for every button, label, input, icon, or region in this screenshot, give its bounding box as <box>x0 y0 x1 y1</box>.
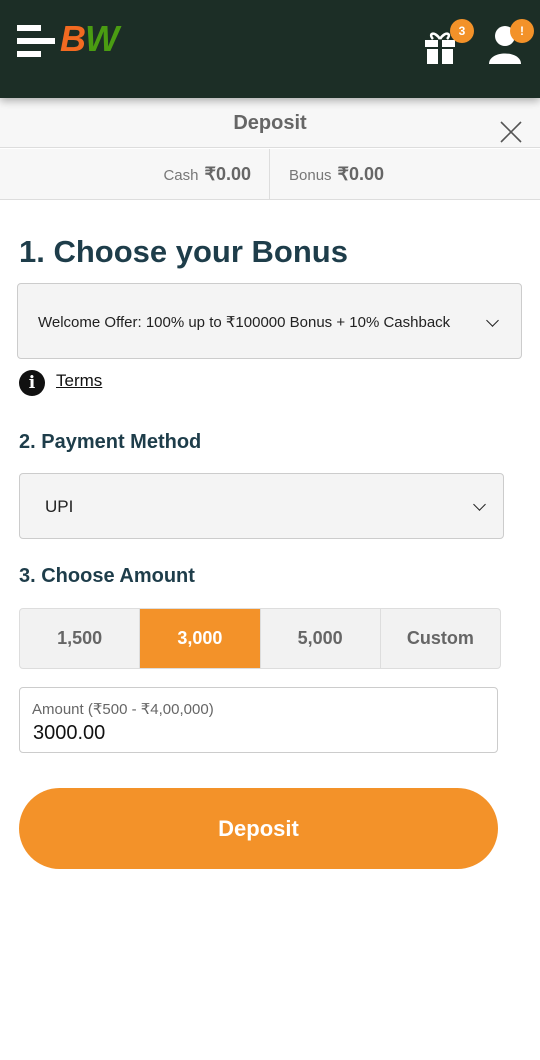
payment-heading: 2. Payment Method <box>19 431 202 453</box>
bonus-select[interactable]: Welcome Offer: 100% up to ₹100000 Bonus … <box>17 283 522 359</box>
amount-value[interactable]: 3000.00 <box>33 722 105 745</box>
divider <box>269 149 270 200</box>
bonus-selected: Welcome Offer: 100% up to ₹100000 Bonus … <box>38 314 451 331</box>
amount-options: 1,500 3,000 5,000 Custom <box>19 608 501 669</box>
top-header: BW 3 ! <box>0 0 540 98</box>
amount-option-3000[interactable]: 3,000 <box>140 609 261 668</box>
payment-selected: UPI <box>45 497 74 516</box>
balance-bar: Cash ₹0.00 Bonus ₹0.00 <box>0 149 540 200</box>
amount-option-5000[interactable]: 5,000 <box>261 609 381 668</box>
amount-option-custom[interactable]: Custom <box>381 609 500 668</box>
user-badge: ! <box>510 19 534 43</box>
bonus-balance: Bonus ₹0.00 <box>289 149 384 200</box>
close-icon[interactable] <box>500 112 522 143</box>
amount-input[interactable]: Amount (₹500 - ₹4,00,000) 3000.00 <box>19 687 498 753</box>
page-title-bar: Deposit <box>0 98 540 148</box>
amount-option-1500[interactable]: 1,500 <box>20 609 141 668</box>
cash-value: ₹0.00 <box>204 164 252 184</box>
payment-method-select[interactable]: UPI <box>19 473 504 539</box>
deposit-button[interactable]: Deposit <box>19 788 498 869</box>
menu-icon[interactable] <box>17 25 55 57</box>
bonus-value: ₹0.00 <box>337 164 385 184</box>
amount-label: Amount (₹500 - ₹4,00,000) <box>32 701 214 718</box>
logo[interactable]: BW <box>60 18 119 60</box>
bonus-label: Bonus <box>289 167 332 184</box>
cash-label: Cash <box>163 167 199 184</box>
chevron-down-icon <box>473 498 486 511</box>
bonus-heading: 1. Choose your Bonus <box>19 234 348 269</box>
terms-link[interactable]: Terms <box>56 371 102 391</box>
cash-balance: Cash ₹0.00 <box>163 149 251 200</box>
info-icon: i <box>19 370 45 396</box>
amount-heading: 3. Choose Amount <box>19 565 195 587</box>
chevron-down-icon <box>486 314 499 327</box>
page-title: Deposit <box>233 112 307 134</box>
gift-badge: 3 <box>450 19 474 43</box>
